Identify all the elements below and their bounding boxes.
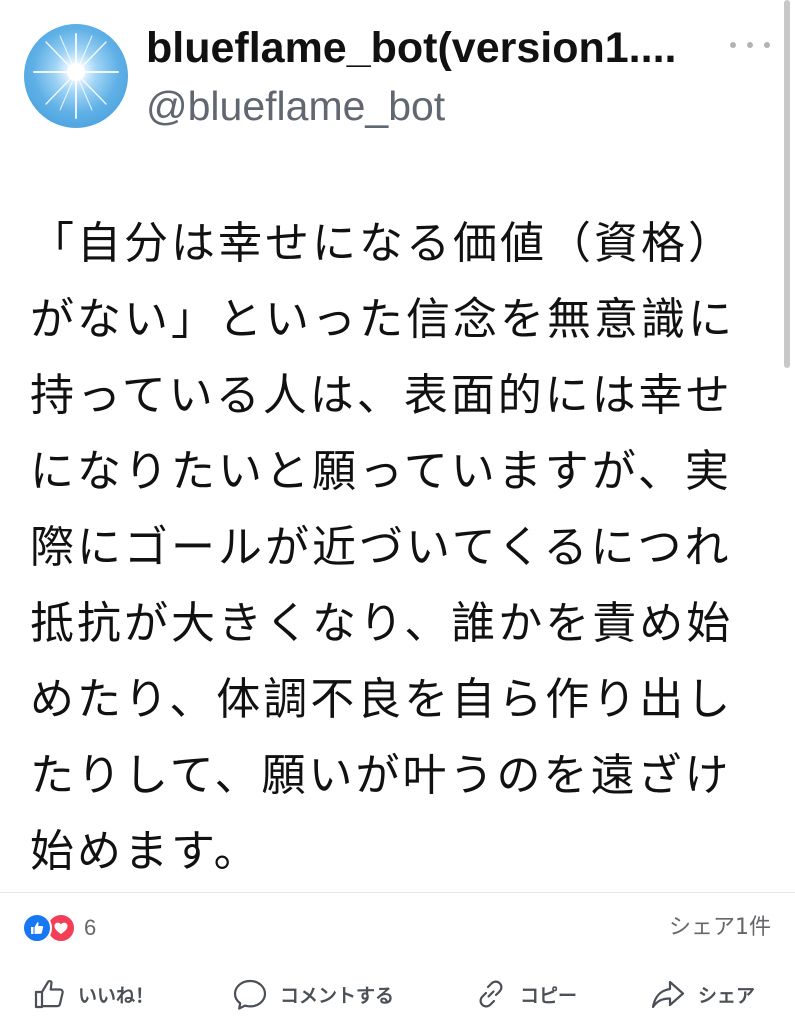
post-text-line: 持っている人は、表面的には幸せ [30, 370, 733, 421]
post-body: 「自分は幸せになる価値（資格） がない」といった信念を無意識に 持っている人は、… [30, 206, 775, 890]
post-text-line: めたり、体調不良を自ら作り出し [30, 674, 734, 725]
share-button[interactable]: シェア [650, 966, 755, 1022]
more-options-icon [747, 42, 753, 48]
reaction-count: 6 [84, 915, 97, 940]
post-text-line: たりして、願いが叶うのを遠ざけ [30, 750, 732, 801]
post-text-line: 始めます。 [30, 826, 261, 877]
more-options-button[interactable] [730, 34, 770, 56]
copy-link-button[interactable]: コピー [474, 966, 577, 1022]
more-options-icon [730, 42, 736, 48]
reaction-summary[interactable]: 6 [22, 912, 96, 944]
comment-bubble-icon [233, 979, 267, 1010]
link-icon [479, 980, 503, 1008]
comment-button[interactable]: コメントする [232, 966, 394, 1022]
copy-link-button-label: コピー [520, 984, 578, 1007]
author-display-name[interactable]: blueflame_bot(version1.... [146, 22, 716, 74]
author-handle[interactable]: @blueflame_bot [146, 80, 445, 132]
like-button-label: いいね！ [78, 984, 155, 1007]
post-text-line: がない」といった信念を無意識に [30, 294, 735, 345]
starburst-icon [33, 33, 119, 119]
share-button-label: シェア [698, 984, 756, 1007]
like-button[interactable]: いいね！ [32, 966, 154, 1022]
divider [0, 892, 795, 893]
comment-button-label: コメントする [280, 984, 395, 1007]
action-bar: いいね！ コメントする コピー シェア [0, 966, 795, 1022]
post-text-line: 「自分は幸せになる価値（資格） [30, 218, 735, 269]
like-reaction-icon [22, 913, 52, 943]
thumbs-up-icon [34, 979, 64, 1009]
share-arrow-icon [651, 980, 685, 1009]
post-card: blueflame_bot(version1.... @blueflame_bo… [0, 0, 795, 1023]
post-text-line: になりたいと願っていますが、実 [30, 446, 732, 497]
post-text-line: 抵抗が大きくなり、誰かを責め始 [30, 598, 734, 649]
post-text-line: 際にゴールが近づいてくるにつれ [30, 522, 732, 573]
more-options-icon [764, 42, 770, 48]
scrollbar[interactable] [784, 0, 790, 368]
author-avatar[interactable] [24, 24, 128, 128]
share-count[interactable]: シェア1件 [669, 912, 771, 944]
